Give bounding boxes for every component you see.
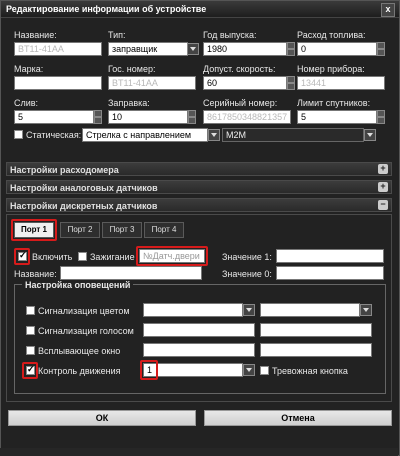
enable-label: Включить: [32, 252, 73, 262]
popup-alert-label: Всплывающее окно: [38, 346, 121, 356]
satlimit-input[interactable]: 5: [297, 110, 377, 124]
voice-alert-label: Сигнализация голосом: [38, 326, 134, 336]
section-analog[interactable]: Настройки аналоговых датчиков +: [6, 180, 392, 194]
section-analog-title: Настройки аналоговых датчиков: [10, 183, 158, 193]
color-alert-dropdown-2-icon[interactable]: [360, 304, 372, 316]
plate-input[interactable]: BT11-41АА: [108, 76, 196, 90]
fuel-input[interactable]: 0: [297, 42, 377, 56]
highlight-tab: [11, 219, 57, 241]
alerts-legend: Настройка оповещений: [22, 280, 134, 290]
ok-button[interactable]: ОК: [8, 410, 196, 426]
protocol-select[interactable]: M2M: [222, 128, 364, 142]
collapse-minus-icon[interactable]: −: [378, 200, 388, 210]
speed-spinner-icon[interactable]: [287, 76, 295, 90]
highlight-enable: [14, 248, 30, 265]
color-alert-select-2[interactable]: [260, 303, 360, 317]
tab-port-3[interactable]: Порт 3: [102, 222, 142, 238]
alerts-fieldset: [14, 284, 386, 394]
color-alert-label: Сигнализация цветом: [38, 306, 130, 316]
fuel-label: Расход топлива:: [297, 30, 366, 40]
year-label: Год выпуска:: [203, 30, 257, 40]
tab-port-2[interactable]: Порт 2: [60, 222, 100, 238]
plate-label: Гос. номер:: [108, 64, 156, 74]
port-name-label: Название:: [14, 269, 57, 279]
year-input[interactable]: 1980: [203, 42, 287, 56]
serial-input[interactable]: 8617850348821357: [203, 110, 291, 124]
value1-input[interactable]: [276, 249, 384, 263]
type-label: Тип:: [108, 30, 126, 40]
brand-label: Марка:: [14, 64, 44, 74]
color-alert-select[interactable]: [143, 303, 243, 317]
dialog-titlebar: Редактирование информации об устройстве …: [1, 1, 399, 18]
close-icon[interactable]: x: [381, 3, 395, 17]
name-input[interactable]: BT11-41АА: [14, 42, 102, 56]
drain-spinner-icon[interactable]: [94, 110, 102, 124]
brand-input[interactable]: [14, 76, 102, 90]
section-discrete[interactable]: Настройки дискретных датчиков −: [6, 198, 392, 212]
ignition-label: Зажигание: [90, 252, 135, 262]
highlight-sensor: [136, 246, 208, 266]
highlight-motion: [22, 362, 38, 379]
type-select[interactable]: заправщик: [108, 42, 188, 56]
drain-input[interactable]: 5: [14, 110, 94, 124]
status-bar: [0, 448, 398, 456]
tab-port-4[interactable]: Порт 4: [144, 222, 184, 238]
refuel-spinner-icon[interactable]: [188, 110, 196, 124]
devnum-label: Номер прибора:: [297, 64, 365, 74]
popup-alert-input-2[interactable]: [260, 343, 372, 357]
popup-alert-checkbox[interactable]: [26, 346, 35, 355]
speed-label: Допуст. скорость:: [203, 64, 276, 74]
section-flowmeter-title: Настройки расходомера: [10, 165, 119, 175]
protocol-dropdown-arrow-icon[interactable]: [364, 129, 376, 141]
port-name-input[interactable]: [60, 266, 202, 280]
highlight-motion-value: [140, 360, 158, 380]
devnum-input[interactable]: 13441: [297, 76, 385, 90]
motion-control-dropdown-icon[interactable]: [243, 364, 255, 376]
satlimit-spinner-icon[interactable]: [377, 110, 385, 124]
value0-input[interactable]: [276, 266, 384, 280]
voice-alert-input[interactable]: [143, 323, 255, 337]
voice-alert-input-2[interactable]: [260, 323, 372, 337]
drain-label: Слив:: [14, 98, 39, 108]
icon-dropdown-arrow-icon[interactable]: [208, 129, 220, 141]
panic-button-label: Тревожная кнопка: [272, 366, 348, 376]
expand-plus-icon[interactable]: +: [378, 182, 388, 192]
refuel-label: Заправка:: [108, 98, 150, 108]
serial-label: Серийный номер:: [203, 98, 278, 108]
motion-control-label: Контроль движения: [38, 366, 121, 376]
refuel-input[interactable]: 10: [108, 110, 188, 124]
panic-button-checkbox[interactable]: [260, 366, 269, 375]
ignition-checkbox[interactable]: [78, 252, 87, 261]
popup-alert-input[interactable]: [143, 343, 255, 357]
icon-select[interactable]: Стрелка с направлением: [82, 128, 208, 142]
static-label: Статическая:: [26, 130, 82, 140]
cancel-button[interactable]: Отмена: [204, 410, 392, 426]
section-discrete-title: Настройки дискретных датчиков: [10, 201, 158, 211]
dialog-title: Редактирование информации об устройстве: [6, 4, 207, 14]
static-checkbox[interactable]: [14, 130, 23, 139]
expand-plus-icon[interactable]: +: [378, 164, 388, 174]
color-alert-dropdown-icon[interactable]: [243, 304, 255, 316]
color-alert-checkbox[interactable]: [26, 306, 35, 315]
voice-alert-checkbox[interactable]: [26, 326, 35, 335]
name-label: Название:: [14, 30, 57, 40]
motion-control-select[interactable]: 1: [143, 363, 243, 377]
fuel-spinner-icon[interactable]: [377, 42, 385, 56]
satlimit-label: Лимит спутников:: [297, 98, 371, 108]
year-spinner-icon[interactable]: [287, 42, 295, 56]
section-flowmeter[interactable]: Настройки расходомера +: [6, 162, 392, 176]
value1-label: Значение 1:: [222, 252, 272, 262]
type-dropdown-arrow-icon[interactable]: [187, 43, 199, 55]
speed-input[interactable]: 60: [203, 76, 287, 90]
value0-label: Значение 0:: [222, 269, 272, 279]
